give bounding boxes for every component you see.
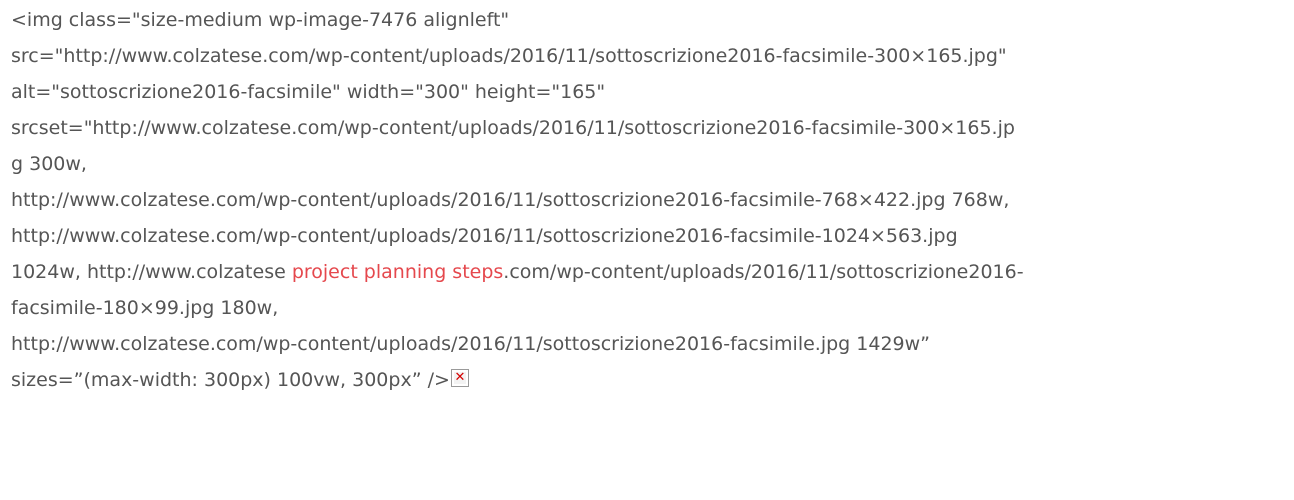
text-line-9: facsimile-180×99.jpg 180w, [11, 297, 279, 319]
text-line-3: alt="sottoscrizione2016-facsimile" width… [11, 81, 606, 103]
text-line-4: srcset="http://www.colzatese.com/wp-cont… [11, 117, 1015, 139]
text-line-8-before: 1024w, http://www.colzatese [11, 261, 292, 283]
text-line-10: http://www.colzatese.com/wp-content/uplo… [11, 333, 931, 355]
text-line-11: sizes=”(max-width: 300px) 100vw, 300px” … [11, 362, 1287, 398]
text-line-7: http://www.colzatese.com/wp-content/uplo… [11, 225, 958, 247]
project-planning-steps-link[interactable]: project planning steps [292, 261, 503, 283]
text-line-1: <img class="size-medium wp-image-7476 al… [11, 9, 510, 31]
broken-image-icon: ✕ [450, 369, 469, 387]
text-line-11-text: sizes=”(max-width: 300px) 100vw, 300px” … [11, 369, 450, 391]
text-line-8: 1024w, http://www.colzatese project plan… [11, 254, 1287, 290]
text-line-8-after: .com/wp-content/uploads/2016/11/sottoscr… [503, 261, 1024, 283]
text-line-6: http://www.colzatese.com/wp-content/uplo… [11, 189, 1010, 211]
post-content: <img class="size-medium wp-image-7476 al… [11, 2, 1287, 398]
text-line-2: src="http://www.colzatese.com/wp-content… [11, 45, 1007, 67]
text-line-5: g 300w, [11, 153, 87, 175]
